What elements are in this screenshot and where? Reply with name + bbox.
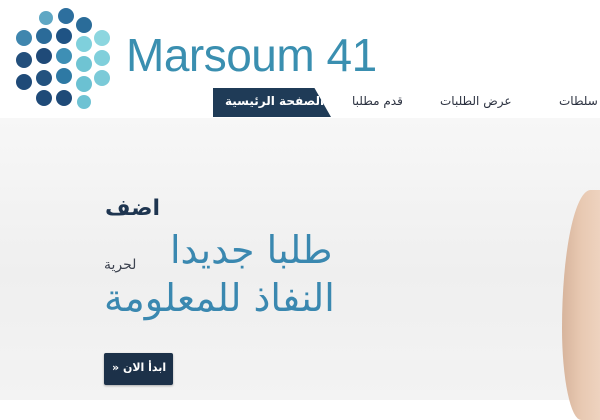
logo-dot <box>94 30 110 46</box>
nav-item-submit-request[interactable]: قدم مطلبا <box>352 94 403 108</box>
logo-dot <box>16 52 32 68</box>
nav-item-home[interactable]: الصفحة الرئيسية <box>213 88 331 117</box>
logo-dot <box>58 8 74 24</box>
logo-dot <box>94 70 110 86</box>
brand-name[interactable]: Marsoum 41 <box>126 28 377 82</box>
hero-heading-add: اضف <box>105 196 160 221</box>
logo-dot <box>76 36 92 52</box>
logo-dot <box>39 11 53 25</box>
logo-dot <box>76 17 92 33</box>
logo-dot <box>56 48 72 64</box>
nav-item-home-label: الصفحة الرئيسية <box>225 94 325 108</box>
logo-dot <box>36 48 52 64</box>
logo-dot <box>36 28 52 44</box>
logo-dot <box>16 30 32 46</box>
logo-dot <box>76 56 92 72</box>
hero-heading-new-request: طلبا جديدا <box>170 228 333 272</box>
logo-dot <box>56 28 72 44</box>
start-now-label: » ابدأ الان <box>112 361 167 374</box>
nav-item-view-requests[interactable]: عرض الطلبات <box>440 94 511 108</box>
main-nav: الصفحة الرئيسية قدم مطلبا عرض الطلبات سل… <box>0 88 600 118</box>
hero-subtext-freedom: لحرية <box>104 257 137 273</box>
logo-dot <box>94 50 110 66</box>
logo-dot <box>56 68 72 84</box>
start-now-button[interactable]: » ابدأ الان <box>104 353 173 385</box>
logo-dot <box>36 70 52 86</box>
nav-item-authorities[interactable]: سلطات <box>559 94 598 108</box>
hero-heading-access-info: النفاذ للمعلومة <box>104 276 335 320</box>
